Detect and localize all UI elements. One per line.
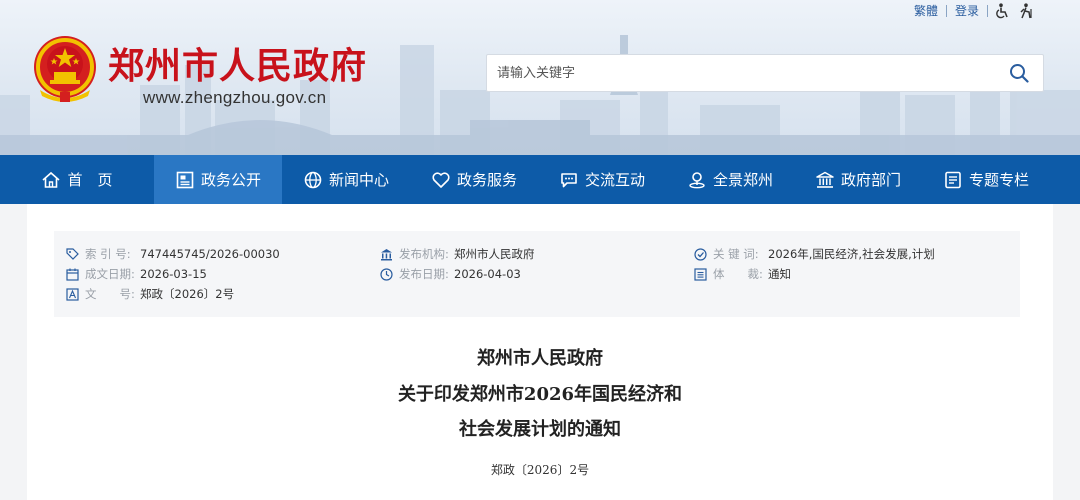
search-icon — [1010, 64, 1029, 83]
site-header: 繁體 登录 郑州市人民政府 www.zhengzhou.gov.cn — [0, 0, 1080, 155]
meta-created-date: 成文日期: 2026-03-15 — [66, 266, 207, 282]
accessibility-icon[interactable] — [994, 2, 1012, 19]
site-url: www.zhengzhou.gov.cn — [143, 88, 327, 107]
site-title[interactable]: 郑州市人民政府 — [108, 37, 367, 89]
meta-published-date: 发布日期: 2026-04-03 — [380, 266, 521, 282]
nav-item-label: 政务公开 — [200, 171, 261, 189]
clock-icon — [380, 267, 393, 281]
home-icon — [42, 171, 61, 188]
login-link[interactable]: 登录 — [947, 2, 987, 19]
document-title-line-1: 郑州市人民政府 — [477, 348, 603, 369]
check-shield-icon — [694, 247, 707, 261]
nav-item-news-center[interactable]: 新闻中心 — [282, 155, 410, 204]
meta-value: 747445745/2026-00030 — [140, 247, 280, 261]
document-title-line-2: 关于印发郑州市2026年国民经济和 — [397, 384, 683, 405]
nav-item-label: 政府部门 — [840, 171, 901, 189]
meta-label: 关 键 词: — [713, 247, 759, 261]
nav-item-government-affairs[interactable]: 政务公开 — [154, 155, 282, 204]
nav-item-label: 交流互动 — [584, 171, 645, 189]
institution-icon — [381, 248, 392, 260]
news-board-icon — [176, 171, 194, 188]
meta-value: 郑政〔2026〕2号 — [140, 287, 235, 301]
search-box — [486, 54, 1044, 92]
meta-issuer: 发布机构: 郑州市人民政府 — [380, 246, 535, 262]
nav-item-label: 政务服务 — [456, 171, 517, 189]
nav-item-special-topics[interactable]: 专题专栏 — [922, 155, 1050, 204]
meta-value: 通知 — [768, 267, 791, 281]
document-number: 郑政〔2026〕2号 — [490, 463, 590, 477]
divider — [987, 4, 988, 17]
panorama-icon — [689, 171, 705, 188]
meta-value: 2026年,国民经济,社会发展,计划 — [768, 247, 935, 261]
document-title-line-3: 社会发展计划的通知 — [459, 419, 621, 440]
nav-item-interaction[interactable]: 交流互动 — [538, 155, 666, 204]
nav-item-home[interactable]: 首 页 — [0, 155, 154, 204]
institution-icon — [816, 171, 834, 188]
elderly-mode-icon[interactable] — [1018, 2, 1036, 19]
top-links: 繁體 登录 — [906, 2, 1036, 19]
meta-label: 发布机构: — [399, 247, 449, 261]
document-icon — [66, 287, 79, 301]
meta-label: 文 号: — [85, 287, 135, 301]
meta-label: 体 裁: — [713, 267, 763, 281]
meta-label: 索 引 号: — [85, 247, 131, 261]
document-metadata: 索 引 号: 747445745/2026-00030 成文日期: 2026-0… — [54, 231, 1020, 317]
nav-item-government-services[interactable]: 政务服务 — [410, 155, 538, 204]
article-content: 索 引 号: 747445745/2026-00030 成文日期: 2026-0… — [27, 204, 1053, 500]
nav-item-label: 首 页 — [67, 171, 113, 189]
chat-icon — [561, 172, 577, 187]
calendar-icon — [66, 268, 79, 281]
main-nav: 首 页 政务公开 新闻中心 政务服务 交流互动 全景郑州 政府部门 专题专栏 — [0, 155, 1080, 204]
meta-label: 发布日期: — [399, 267, 449, 281]
nav-item-label: 全景郑州 — [712, 171, 773, 189]
traditional-chinese-link[interactable]: 繁體 — [906, 2, 946, 19]
meta-value: 郑州市人民政府 — [454, 247, 535, 261]
globe-icon — [304, 171, 322, 188]
meta-index-number: 索 引 号: 747445745/2026-00030 — [66, 246, 280, 262]
search-input[interactable] — [487, 55, 987, 91]
nav-item-label: 专题专栏 — [968, 171, 1029, 189]
nav-item-departments[interactable]: 政府部门 — [794, 155, 922, 204]
national-emblem-icon — [34, 36, 96, 102]
tag-icon — [66, 247, 79, 260]
meta-keywords: 关 键 词: 2026年,国民经济,社会发展,计划 — [694, 246, 935, 262]
list-icon — [694, 267, 707, 281]
nav-item-panorama[interactable]: 全景郑州 — [666, 155, 794, 204]
search-button[interactable] — [995, 55, 1043, 91]
meta-value: 2026-03-15 — [140, 267, 207, 281]
meta-label: 成文日期: — [85, 267, 135, 281]
meta-genre: 体 裁: 通知 — [694, 266, 791, 282]
column-icon — [945, 171, 961, 188]
meta-value: 2026-04-03 — [454, 267, 521, 281]
nav-item-label: 新闻中心 — [328, 171, 389, 189]
meta-document-number: 文 号: 郑政〔2026〕2号 — [66, 286, 234, 302]
heart-icon — [432, 171, 450, 188]
